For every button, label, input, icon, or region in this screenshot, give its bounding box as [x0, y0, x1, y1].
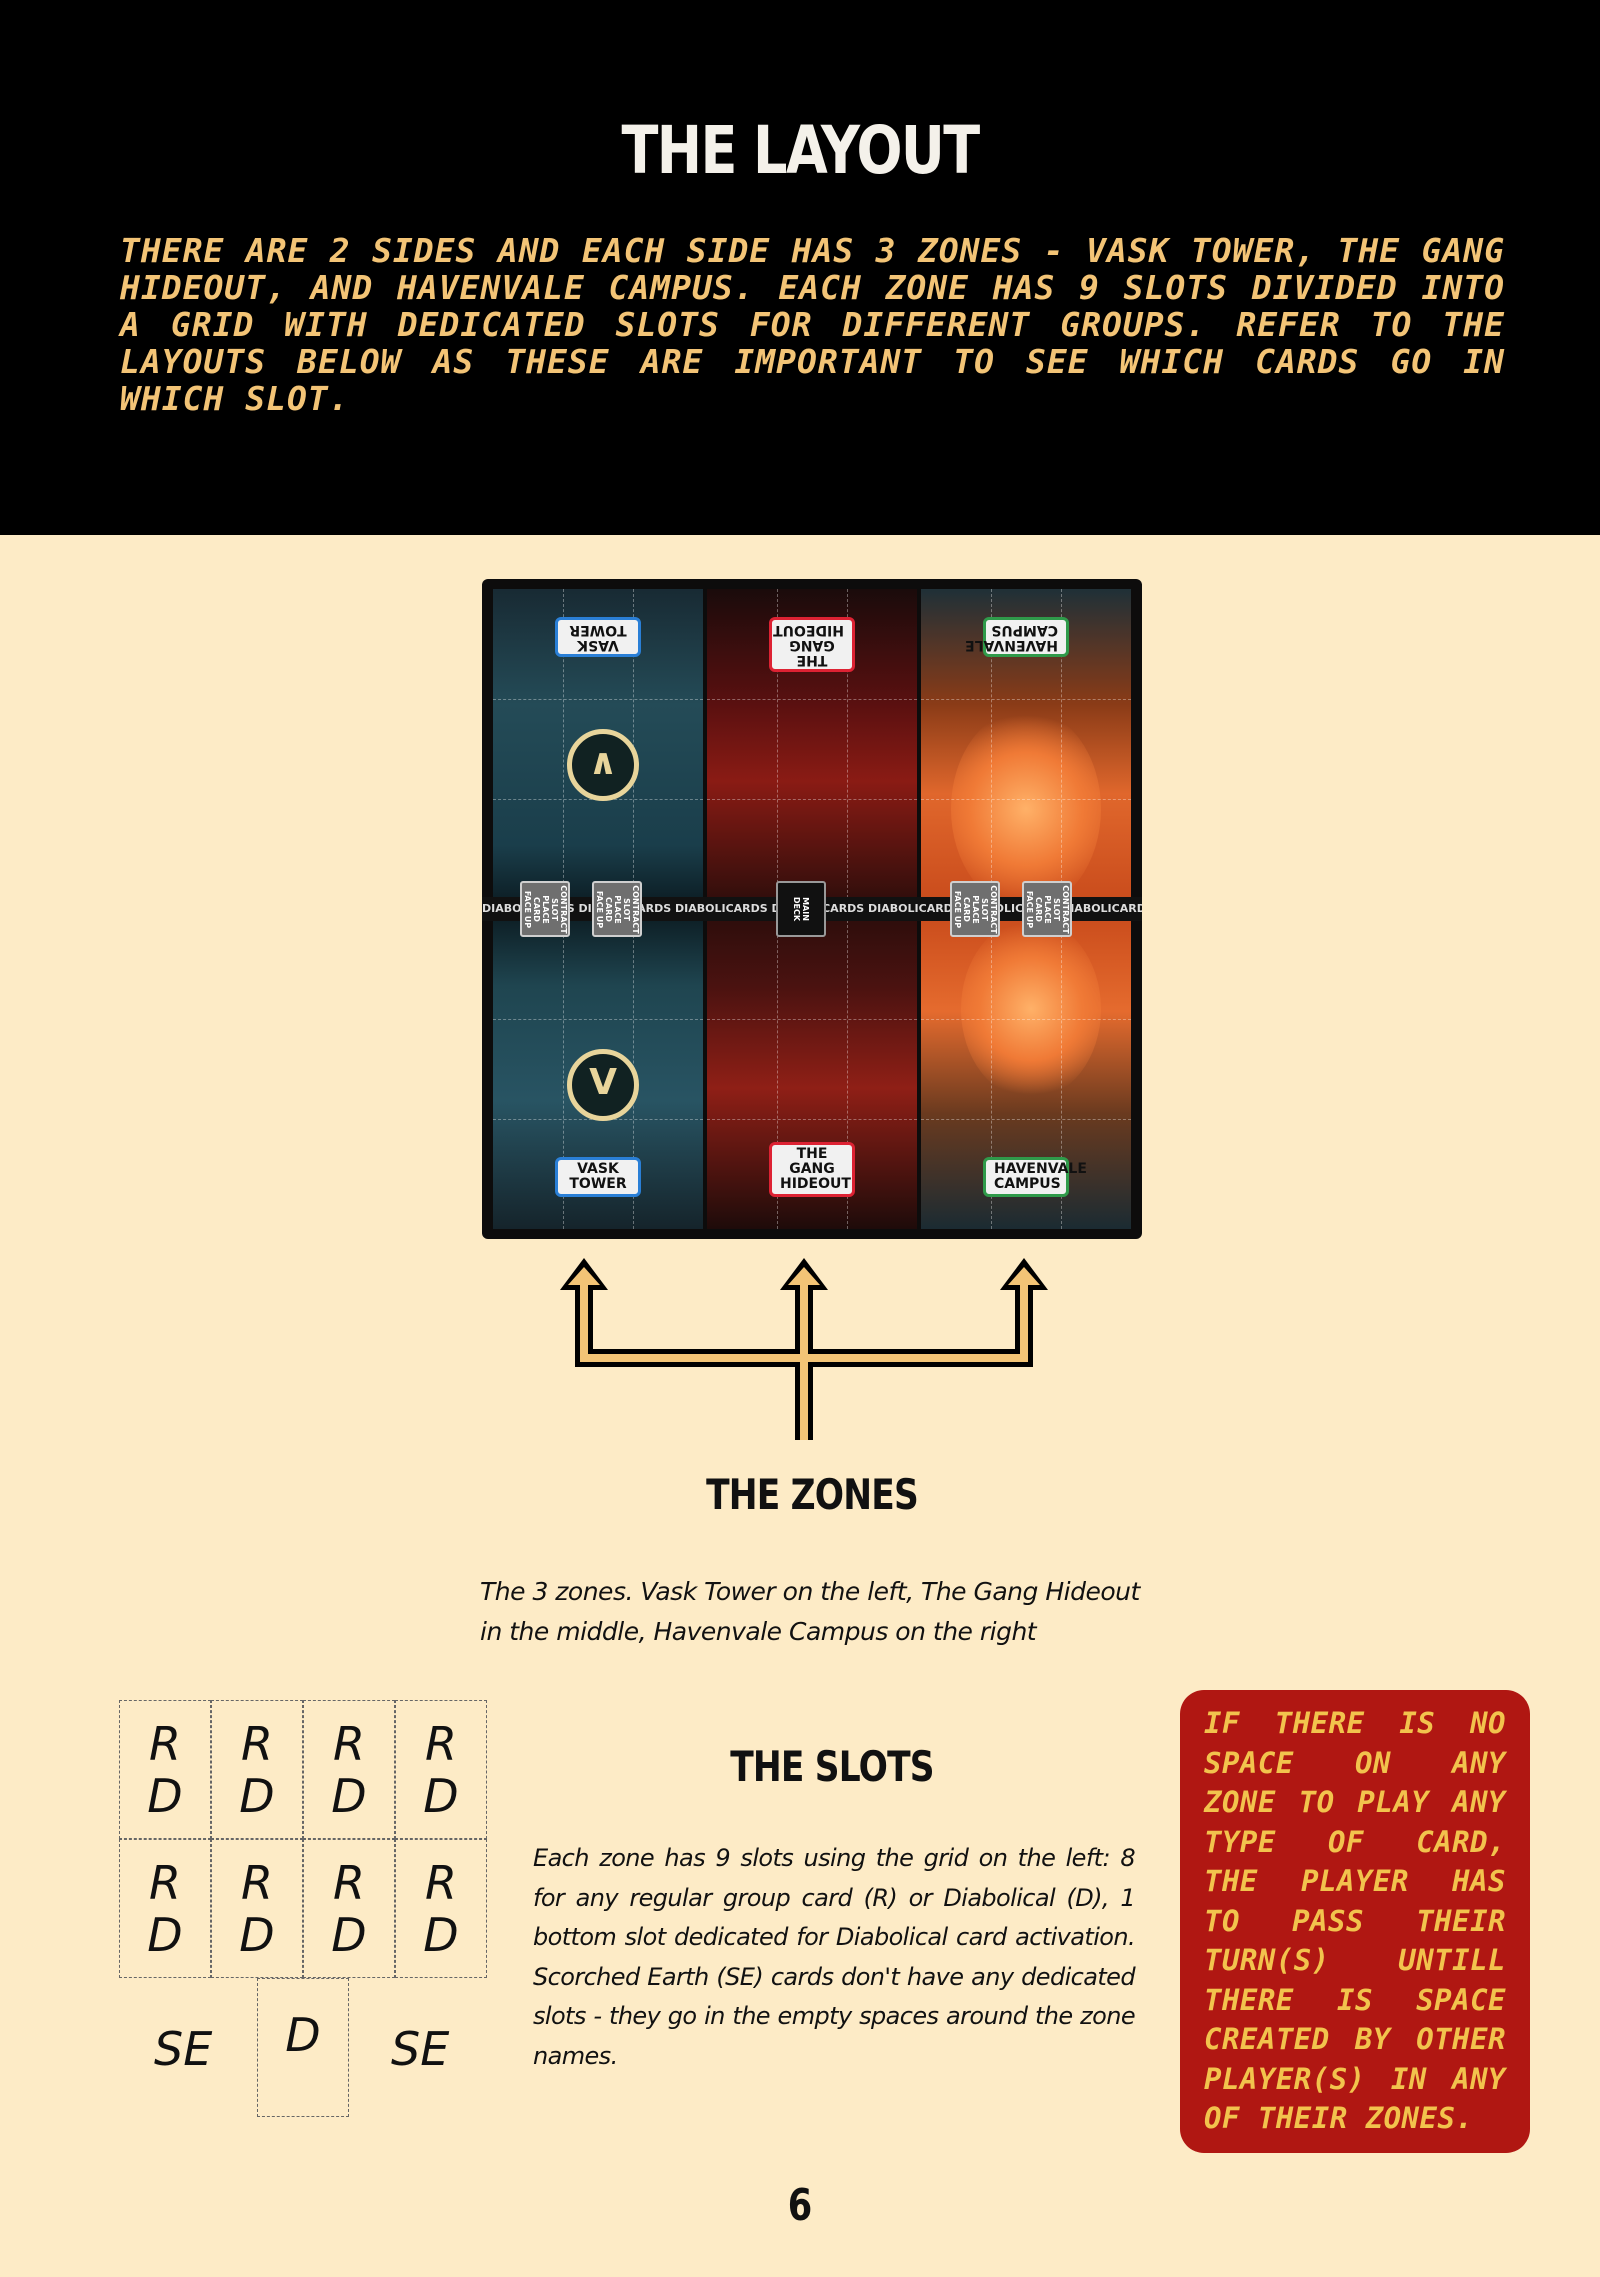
slot-cell: R D — [303, 1839, 395, 1978]
no-space-callout: If there is no space on any zone to play… — [1180, 1690, 1530, 2153]
board-layout-image: VASK TOWER ∧ V VASK TOWER THE GANG HIDEO… — [482, 579, 1142, 1239]
scorched-earth-label: SE — [391, 2022, 450, 2076]
intro-paragraph: There are 2 sides and each side has 3 zo… — [120, 231, 1505, 418]
page-number: 6 — [787, 2180, 813, 2231]
zones-caption: The 3 zones. Vask Tower on the left, The… — [480, 1577, 1140, 1646]
zones-heading: THE ZONES — [706, 1470, 919, 1519]
zone-label-top: THE GANG HIDEOUT — [769, 617, 855, 672]
main-deck-slot: MAIN DECK — [776, 881, 826, 937]
slot-cell: R D — [211, 1700, 303, 1839]
callout-text: If there is no space on any zone to play… — [1204, 1706, 1506, 2135]
vask-emblem-icon: ∧ — [567, 729, 639, 801]
vask-emblem-icon: V — [567, 1049, 639, 1121]
contract-slot: CONTRACT SLOT PLACE CARD FACE UP — [520, 881, 570, 937]
zone-label-top: HAVENVALE CAMPUS — [965, 617, 1069, 657]
slot-cell: R D — [119, 1700, 211, 1839]
slot-cell: R D — [395, 1839, 487, 1978]
contract-slot: CONTRACT SLOT PLACE CARD FACE UP — [950, 881, 1000, 937]
zone-label-top: VASK TOWER — [555, 617, 641, 657]
contract-slot: CONTRACT SLOT PLACE CARD FACE UP — [1022, 881, 1072, 937]
header-banner: THE LAYOUT There are 2 sides and each si… — [0, 0, 1600, 535]
slots-paragraph: Each zone has 9 slots using the grid on … — [533, 1844, 1136, 2070]
contract-slot: CONTRACT SLOT PLACE CARD FACE UP — [592, 881, 642, 937]
board-top-edge — [482, 579, 1142, 589]
zone-label-bottom: VASK TOWER — [555, 1157, 641, 1197]
flame-art — [961, 919, 1101, 1099]
flame-art — [951, 709, 1101, 909]
slots-heading: THE SLOTS — [730, 1742, 934, 1791]
scorched-earth-label: SE — [154, 2022, 213, 2076]
slot-cell: R D — [395, 1700, 487, 1839]
slot-cell-diabolical-activation: D — [257, 1978, 349, 2117]
zone-pointer-arrows — [560, 1258, 1048, 1440]
slot-cell: R D — [211, 1839, 303, 1978]
slot-cell: R D — [119, 1839, 211, 1978]
zone-label-bottom: HAVENVALE CAMPUS — [983, 1157, 1087, 1197]
page-title: THE LAYOUT — [621, 112, 981, 189]
zone-label-bottom: THE GANG HIDEOUT — [769, 1142, 855, 1197]
slot-cell: R D — [303, 1700, 395, 1839]
board-bottom-edge — [482, 1229, 1142, 1239]
